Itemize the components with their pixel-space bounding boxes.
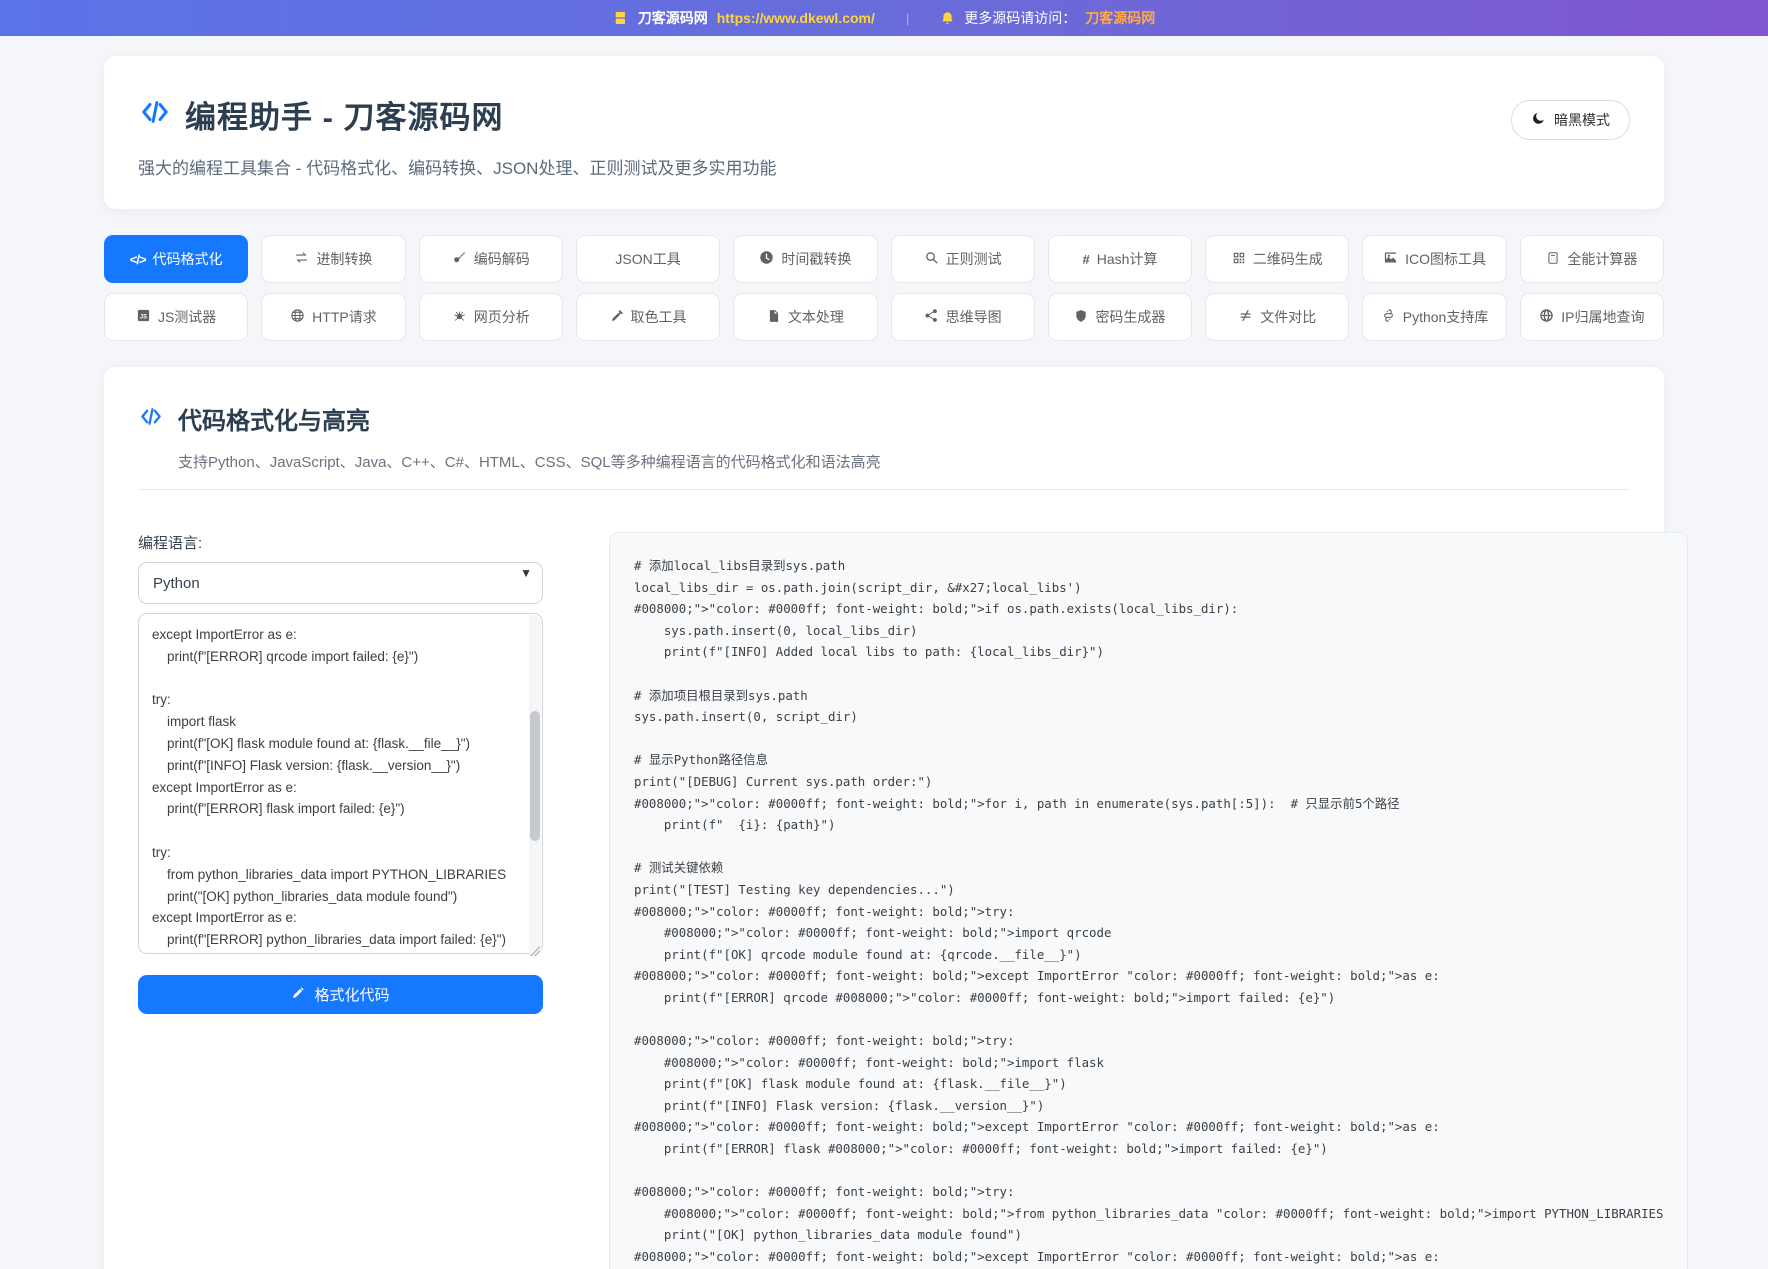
format-code-label: 格式化代码	[314, 984, 389, 1005]
format-code-button[interactable]: 格式化代码	[138, 975, 543, 1014]
tool-tab-json-tools[interactable]: JSON工具	[576, 235, 720, 283]
tool-tab-js-tester[interactable]: JS JS测试器	[104, 293, 248, 341]
top-announcement-bar: 刀客源码网 https://www.dkewl.com/ | 更多源码请访问： …	[0, 0, 1768, 36]
eyedropper-icon	[610, 309, 624, 326]
tool-tab-label: 思维导图	[946, 307, 1002, 327]
tool-tab-label: JS测试器	[158, 307, 216, 327]
tool-tab-label: Python支持库	[1403, 307, 1489, 327]
tool-tab-label: 时间戳转换	[781, 249, 851, 269]
chevron-down-icon: ▼	[520, 566, 532, 580]
hash-icon: #	[1082, 252, 1089, 267]
tool-tab-password-gen[interactable]: 密码生成器	[1048, 293, 1192, 341]
tool-tab-label: IP归属地查询	[1561, 307, 1644, 327]
js-icon: JS	[136, 308, 151, 326]
page-header: 编程助手 - 刀客源码网 强大的编程工具集合 - 代码格式化、编码转换、JSON…	[104, 56, 1664, 209]
textarea-resize-grip[interactable]	[530, 946, 540, 956]
tool-tab-label: 全能计算器	[1567, 249, 1637, 269]
tool-tab-label: 取色工具	[631, 307, 687, 327]
language-label: 编程语言:	[138, 532, 543, 553]
tool-tab-code-format[interactable]: </> 代码格式化	[104, 235, 248, 283]
tool-tab-ip-lookup[interactable]: IP归属地查询	[1520, 293, 1664, 341]
tool-tab-regex-test[interactable]: 正则测试	[891, 235, 1035, 283]
calculator-icon	[1546, 251, 1560, 268]
tool-tab-web-analyze[interactable]: 网页分析	[419, 293, 563, 341]
tool-tab-label: HTTP请求	[312, 307, 377, 327]
tool-tab-label: 代码格式化	[153, 249, 223, 269]
language-select[interactable]: Python ▼	[138, 562, 543, 604]
image-icon	[1383, 250, 1398, 268]
tool-tab-ico-tools[interactable]: ICO图标工具	[1362, 235, 1506, 283]
globe-icon	[290, 308, 305, 326]
clock-icon	[759, 250, 774, 268]
language-selected-value: Python	[153, 575, 200, 592]
tool-tab-http-request[interactable]: HTTP请求	[261, 293, 405, 341]
file-icon	[767, 309, 781, 326]
moon-icon	[1531, 111, 1546, 129]
topbar-more-text: 更多源码请访问：	[964, 8, 1076, 28]
tool-tab-label: Hash计算	[1097, 249, 1158, 269]
tool-tab-label: 网页分析	[474, 307, 530, 327]
spider-icon	[452, 308, 467, 326]
tool-tab-hash-calc[interactable]: # Hash计算	[1048, 235, 1192, 283]
code-input-textarea[interactable]: except ImportError as e: print(f"[ERROR]…	[138, 613, 543, 954]
not-equal-icon	[1238, 308, 1253, 326]
page-subtitle: 强大的编程工具集合 - 代码格式化、编码转换、JSON处理、正则测试及更多实用功…	[138, 154, 776, 179]
bell-icon	[940, 11, 955, 26]
tool-tab-label: 二维码生成	[1253, 249, 1323, 269]
tool-tab-label: ICO图标工具	[1405, 249, 1486, 269]
tool-tab-color-picker[interactable]: 取色工具	[576, 293, 720, 341]
tool-tab-label: 进制转换	[316, 249, 372, 269]
dark-mode-label: 暗黑模式	[1554, 110, 1610, 130]
tool-tab-timestamp[interactable]: 时间戳转换	[733, 235, 877, 283]
tool-tab-label: JSON工具	[615, 249, 680, 269]
qrcode-icon	[1232, 251, 1246, 268]
formatted-code: # 添加local_libs目录到sys.path local_libs_dir…	[634, 555, 1663, 1268]
pages-icon	[613, 10, 629, 26]
shield-icon	[1074, 309, 1088, 326]
tool-tab-encode-decode[interactable]: 编码解码	[419, 235, 563, 283]
topbar-site-url-link[interactable]: https://www.dkewl.com/	[717, 10, 875, 26]
section-title: 代码格式化与高亮	[178, 401, 370, 436]
code-input-wrap: except ImportError as e: print(f"[ERROR]…	[138, 613, 543, 959]
tool-tab-text-process[interactable]: 文本处理	[733, 293, 877, 341]
topbar-separator: |	[906, 11, 909, 26]
python-icon	[1381, 308, 1396, 326]
topbar-site-name: 刀客源码网	[638, 8, 708, 28]
code-brackets-icon	[138, 405, 164, 433]
svg-text:JS: JS	[140, 314, 147, 320]
swap-icon	[294, 250, 309, 268]
page-title: 编程助手 - 刀客源码网	[185, 92, 504, 137]
tool-tabs-grid: </> 代码格式化 进制转换 编码解码 JSON工具 时间戳转换 正则测试 # …	[104, 235, 1664, 341]
section-subtitle: 支持Python、JavaScript、Java、C++、C#、HTML、CSS…	[138, 451, 1630, 490]
code-icon: </>	[130, 252, 146, 267]
textarea-scrollbar[interactable]	[529, 615, 541, 957]
code-brackets-icon	[138, 97, 172, 132]
tool-tab-label: 正则测试	[946, 249, 1002, 269]
tool-tab-file-diff[interactable]: 文件对比	[1205, 293, 1349, 341]
globe2-icon	[1539, 308, 1554, 326]
dark-mode-toggle-button[interactable]: 暗黑模式	[1511, 100, 1630, 140]
tool-tab-python-libs[interactable]: Python支持库	[1362, 293, 1506, 341]
tool-tab-base-convert[interactable]: 进制转换	[261, 235, 405, 283]
textarea-scrollbar-thumb[interactable]	[530, 711, 540, 841]
tool-tab-label: 文本处理	[788, 307, 844, 327]
tool-tab-calculator[interactable]: 全能计算器	[1520, 235, 1664, 283]
tool-tab-label: 密码生成器	[1095, 307, 1165, 327]
pencil-icon	[291, 986, 305, 1004]
tool-tab-qrcode-gen[interactable]: 二维码生成	[1205, 235, 1349, 283]
mindmap-icon	[924, 308, 939, 326]
key-icon	[452, 250, 467, 268]
search-icon	[924, 250, 939, 268]
code-formatter-panel: 代码格式化与高亮 支持Python、JavaScript、Java、C++、C#…	[104, 367, 1664, 1269]
tool-tab-label: 文件对比	[1260, 307, 1316, 327]
formatted-output-panel: # 添加local_libs目录到sys.path local_libs_dir…	[609, 532, 1688, 1269]
tool-tab-label: 编码解码	[474, 249, 530, 269]
tool-tab-mindmap[interactable]: 思维导图	[891, 293, 1035, 341]
topbar-more-site-link[interactable]: 刀客源码网	[1085, 8, 1155, 28]
